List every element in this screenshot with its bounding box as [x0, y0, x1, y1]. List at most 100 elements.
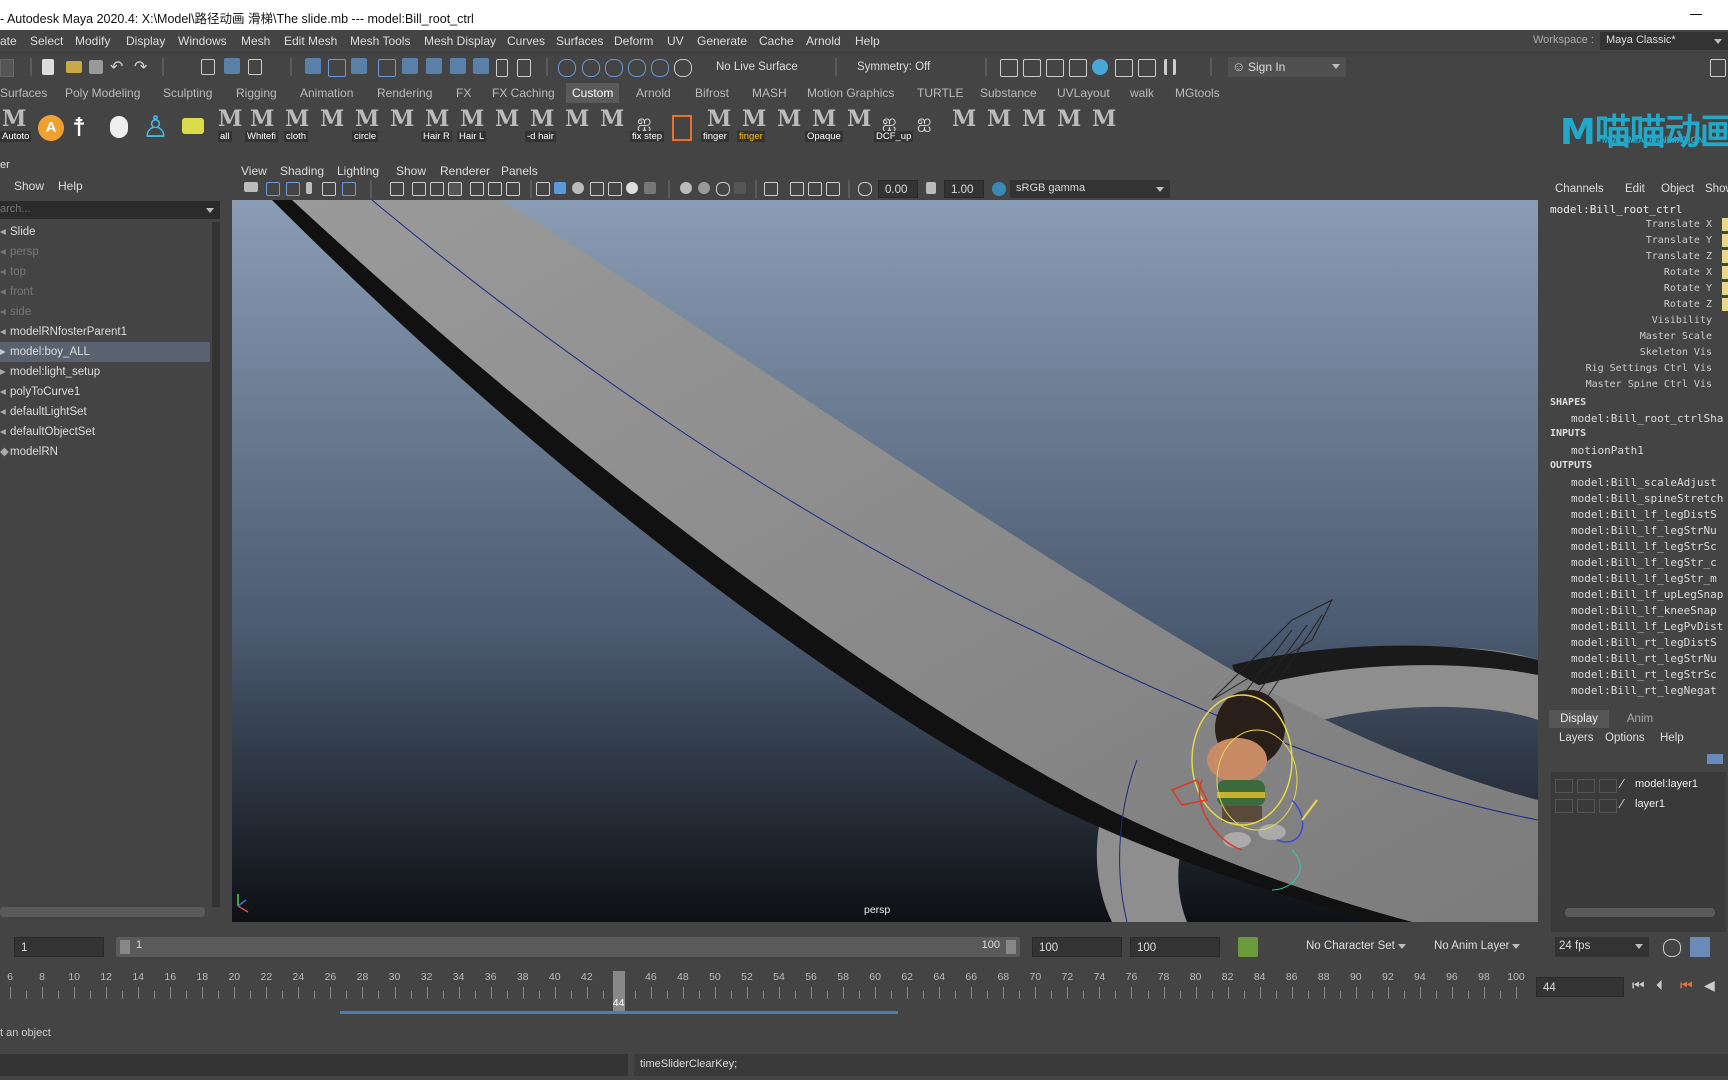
shelf-tab-rendering[interactable]: Rendering	[377, 86, 432, 100]
exposure-field[interactable]: 0.00	[878, 180, 918, 198]
gamma-field[interactable]: 1.00	[944, 180, 984, 198]
outliner-hscrollbar[interactable]	[0, 907, 205, 917]
minimize-icon[interactable]	[1690, 6, 1704, 20]
current-frame-field[interactable]: 44	[1536, 977, 1624, 997]
time-slider[interactable]: 6810121416182022242628303234363840424446…	[0, 963, 1728, 1014]
grid-icon[interactable]	[390, 182, 404, 196]
character-set-dropdown[interactable]: No Character Set	[1286, 937, 1412, 957]
snap-vertex-icon[interactable]	[450, 58, 466, 74]
skeleton-icon[interactable]: ☨	[72, 112, 86, 143]
shelf-tab-animation[interactable]: Animation	[300, 86, 353, 100]
shelf-tab-walk[interactable]: walk	[1130, 86, 1154, 100]
gamma-icon[interactable]	[926, 182, 936, 194]
cb-attr-translate-z[interactable]: Translate Z	[1646, 251, 1712, 262]
shelf-circle-icon[interactable]: M	[355, 106, 379, 132]
shelf-m24-icon[interactable]: M	[1057, 106, 1081, 132]
cb-output-item[interactable]: model:Bill_lf_upLegSnap	[1571, 588, 1723, 601]
ipr-render-icon[interactable]	[1046, 59, 1064, 77]
command-input[interactable]	[0, 1054, 628, 1076]
motion-blur-icon[interactable]	[698, 182, 710, 194]
2d-pan-icon[interactable]	[322, 182, 336, 196]
camera-attr-icon[interactable]	[266, 182, 280, 196]
film-gate-icon[interactable]	[412, 182, 426, 196]
cb-shape-item[interactable]: model:Bill_root_ctrlSha	[1571, 412, 1723, 425]
shelf-hair-l-icon[interactable]: M	[460, 106, 484, 132]
cb-attr-translate-x[interactable]: Translate X	[1646, 219, 1712, 230]
layer-tab-anim[interactable]: Anim	[1615, 710, 1665, 728]
shelf-m6-icon[interactable]: M	[390, 106, 414, 132]
cb-output-item[interactable]: model:Bill_lf_legStr_c	[1571, 556, 1717, 569]
cb-output-item[interactable]: model:Bill_lf_legDistS	[1571, 508, 1717, 521]
outliner-item-boy-all[interactable]: ▸ model:boy_ALL	[0, 342, 210, 362]
cb-output-item[interactable]: model:Bill_rt_legStrSc	[1571, 668, 1717, 681]
menu-arnold[interactable]: Arnold	[806, 34, 841, 48]
step-back-icon[interactable]: ⏴	[1656, 977, 1663, 994]
shelf-m16-icon[interactable]: M	[777, 106, 801, 132]
cb-attr-rotate-z[interactable]: Rotate Z	[1664, 299, 1712, 310]
layer-playback-toggle[interactable]	[1577, 779, 1595, 793]
cb-attr-visibility[interactable]: Visibility	[1652, 315, 1712, 326]
shelf-all-icon[interactable]: M	[218, 106, 242, 132]
menu-mesh[interactable]: Mesh	[241, 34, 270, 48]
shelf-tab-substance[interactable]: Substance	[980, 86, 1037, 100]
render-view-icon[interactable]	[1000, 59, 1018, 77]
cb-attr-translate-y[interactable]: Translate Y	[1646, 235, 1712, 246]
lock-icon[interactable]	[496, 59, 508, 77]
scene-end-field[interactable]: 100	[1130, 937, 1220, 957]
outliner-item-persp[interactable]: ◂ persp	[0, 242, 210, 262]
cb-attr-rotate-x[interactable]: Rotate X	[1664, 267, 1712, 278]
shelf-tab-rigging[interactable]: Rigging	[236, 86, 277, 100]
wireframe-on-shaded-icon[interactable]	[590, 182, 604, 196]
shelf-m4-icon[interactable]: M	[320, 106, 344, 132]
menu-generate[interactable]: Generate	[697, 34, 747, 48]
snap-curve-icon[interactable]	[328, 59, 346, 77]
menu-deform[interactable]: Deform	[614, 34, 653, 48]
menu-mesh-tools[interactable]: Mesh Tools	[350, 34, 410, 48]
isolate-select-icon[interactable]	[764, 182, 778, 196]
live-surface-field[interactable]: No Live Surface	[710, 57, 828, 77]
cb-node-name[interactable]: model:Bill_root_ctrl	[1550, 203, 1682, 216]
ambient-occlusion-icon[interactable]	[680, 182, 692, 194]
bookmark-icon[interactable]	[286, 182, 300, 196]
cb-output-item[interactable]: model:Bill_scaleAdjust	[1571, 476, 1717, 489]
shelf-m23-icon[interactable]: M	[1022, 106, 1046, 132]
anim-prefs-icon[interactable]	[1690, 937, 1710, 957]
ipr-icon[interactable]	[605, 59, 623, 77]
viewport-3d[interactable]: persp	[232, 200, 1538, 922]
shelf-autoto-icon[interactable]: M	[2, 106, 26, 132]
snap-help-icon[interactable]	[473, 58, 489, 74]
shelf-m21-icon[interactable]: M	[952, 106, 976, 132]
select-component-icon[interactable]	[248, 59, 262, 75]
shelf-tab-custom[interactable]: Custom	[566, 83, 620, 103]
pause-icon[interactable]	[1164, 59, 1176, 75]
shelf-tab-sculpting[interactable]: Sculpting	[163, 86, 212, 100]
hypershade-icon[interactable]	[651, 59, 669, 77]
shelf-tab-fx-caching[interactable]: FX Caching	[492, 86, 555, 100]
prev-key-icon[interactable]: ⏮	[1680, 977, 1693, 994]
menu-mesh-display[interactable]: Mesh Display	[424, 34, 496, 48]
outliner-item-side[interactable]: ◂ side	[0, 302, 210, 322]
layer-row[interactable]: ∕ layer1	[1551, 796, 1726, 814]
cb-attr-master-scale[interactable]: Master Scale	[1640, 331, 1712, 342]
shelf-opaque-icon[interactable]: M	[812, 106, 836, 132]
shelf-cloth-icon[interactable]: M	[285, 106, 309, 132]
cb-menu-object[interactable]: Object	[1661, 183, 1694, 195]
menu-edit-mesh[interactable]: Edit Mesh	[284, 34, 337, 48]
depth-of-field-icon[interactable]	[734, 182, 746, 194]
channel-icon[interactable]	[672, 115, 692, 141]
new-scene-icon[interactable]	[42, 59, 54, 75]
shelf-d-hair-icon[interactable]: M	[530, 106, 554, 132]
cb-menu-channels[interactable]: Channels	[1555, 183, 1604, 195]
shelf-tab-poly-modeling[interactable]: Poly Modeling	[65, 86, 140, 100]
render-icon[interactable]	[582, 59, 600, 77]
range-handle-end[interactable]	[1006, 940, 1016, 954]
menu-select[interactable]: Select	[30, 34, 63, 48]
cb-output-item[interactable]: model:Bill_rt_legNegat	[1571, 684, 1717, 697]
shelf-finger2-icon[interactable]: M	[742, 106, 766, 132]
layer-name[interactable]: layer1	[1635, 798, 1665, 810]
vp-menu-renderer[interactable]: Renderer	[440, 164, 490, 178]
arnold-ipr-icon[interactable]	[1115, 59, 1133, 77]
safe-title-icon[interactable]	[506, 182, 520, 196]
image-plane-icon[interactable]	[306, 182, 312, 194]
xray-components-icon[interactable]	[826, 182, 840, 196]
